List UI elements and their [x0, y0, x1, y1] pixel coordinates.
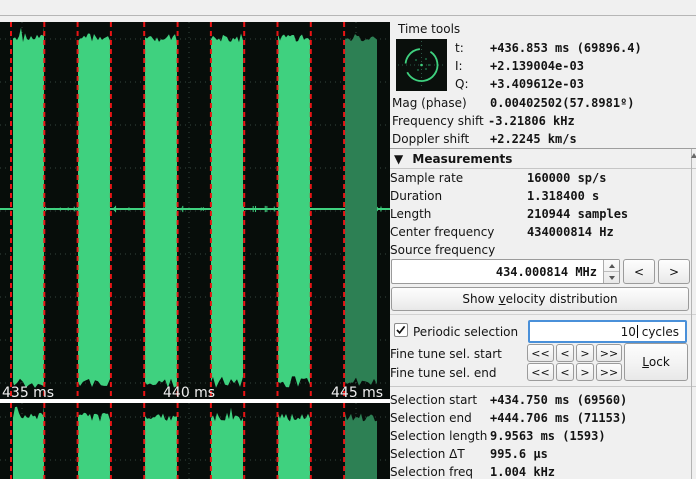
spinner-buttons — [603, 260, 619, 283]
signal-pulse-unselected — [345, 27, 377, 386]
periodic-cycles-input[interactable]: 10 cycles — [528, 320, 687, 343]
waveform-background — [0, 403, 390, 479]
periodic-selection-label: Periodic selection — [413, 324, 518, 340]
i-value: +2.139004e-03 — [490, 58, 584, 74]
length-label: Length — [390, 206, 431, 222]
signal-pulse-unselected — [345, 406, 377, 479]
sample-rate-value: 160000 sp/s — [527, 170, 606, 186]
selection-delta-t-value: 995.6 µs — [490, 446, 548, 462]
periodic-selection-checkbox[interactable] — [394, 323, 408, 337]
fine-tune-end-left-button[interactable]: < — [556, 363, 574, 381]
lock-button[interactable]: Lock — [624, 343, 688, 381]
frequency-shift-label: Frequency shift — [392, 113, 484, 129]
selection-end-label: Selection end — [390, 410, 472, 426]
sample-rate-label: Sample rate — [390, 170, 463, 186]
selection-freq-label: Selection freq — [390, 464, 473, 479]
fine-tune-start-big-left-button[interactable]: << — [527, 344, 554, 362]
prev-button[interactable]: < — [623, 259, 655, 284]
fine-tune-end-right-button[interactable]: > — [576, 363, 594, 381]
selection-start-value: +434.750 ms (69560) — [490, 392, 627, 408]
i-label: I: — [455, 58, 463, 74]
scrollbar-track[interactable] — [691, 149, 692, 479]
selection-freq-value: 1.004 kHz — [490, 464, 555, 479]
mag-phase-value: 0.00402502(57.8981º) — [490, 95, 635, 111]
signal-pulse — [78, 27, 110, 387]
show-velocity-distribution-button[interactable]: Show velocity distribution — [391, 287, 689, 311]
periodic-cycles-suffix: cycles — [638, 325, 679, 339]
periodic-cycles-value: 10 — [621, 325, 636, 339]
doppler-shift-value: +2.2245 km/s — [490, 131, 577, 147]
doppler-shift-label: Doppler shift — [392, 131, 469, 147]
signal-pulse — [78, 406, 110, 479]
fine-tune-start-right-button[interactable]: > — [576, 344, 594, 362]
signal-pulse — [278, 27, 310, 387]
waveform-area: 435 ms 440 ms 445 ms — [0, 22, 390, 479]
spin-up-button[interactable] — [604, 260, 619, 272]
t-value: +436.853 ms (69896.4) — [490, 40, 642, 56]
center-frequency-value: 434000814 Hz — [527, 224, 614, 240]
selection-start-label: Selection start — [390, 392, 477, 408]
duration-value: 1.318400 s — [527, 188, 599, 204]
spin-up-icon — [609, 264, 615, 268]
section-divider — [390, 148, 696, 149]
time-tools-title: Time tools — [398, 21, 460, 37]
source-frequency-label: Source frequency — [390, 242, 495, 258]
fine-tune-end-big-left-button[interactable]: << — [527, 363, 554, 381]
fine-tune-start-label: Fine tune sel. start — [390, 346, 502, 362]
next-button[interactable]: > — [658, 259, 690, 284]
selection-end-value: +444.706 ms (71153) — [490, 410, 627, 426]
waveform-panel-1[interactable]: 435 ms 440 ms 445 ms — [0, 22, 390, 399]
signal-pulse — [211, 27, 243, 388]
checkmark-icon — [395, 324, 407, 336]
section-divider — [390, 386, 696, 387]
selection-length-label: Selection length — [390, 428, 487, 444]
measurements-header[interactable]: ▼ Measurements — [394, 151, 512, 167]
fine-tune-end-label: Fine tune sel. end — [390, 365, 496, 381]
app-window: 435 ms 440 ms 445 ms Time tools t: +436.85… — [0, 0, 696, 479]
section-divider — [390, 314, 696, 315]
fine-tune-end-big-right-button[interactable]: >> — [596, 363, 622, 381]
spin-down-button[interactable] — [604, 272, 619, 283]
time-axis-label: 435 ms — [2, 385, 54, 399]
signal-pulse — [145, 27, 177, 388]
frequency-spinbox[interactable]: 434.000814 MHz — [391, 259, 620, 284]
frequency-spinbox-value[interactable]: 434.000814 MHz — [496, 264, 597, 280]
frequency-shift-value: -3.21806 kHz — [488, 113, 575, 129]
time-axis-label: 445 ms — [331, 385, 383, 399]
duration-label: Duration — [390, 188, 442, 204]
length-value: 210944 samples — [527, 206, 628, 222]
time-axis-label: 440 ms — [163, 385, 215, 399]
section-divider — [390, 168, 696, 169]
selection-length-value: 9.9563 ms (1593) — [490, 428, 606, 444]
constellation-icon — [396, 39, 447, 91]
waveform-panel-2[interactable] — [0, 403, 390, 479]
spin-down-icon — [609, 276, 615, 280]
collapse-arrow-icon[interactable]: ▼ — [394, 152, 403, 166]
top-divider — [0, 15, 696, 16]
center-frequency-label: Center frequency — [390, 224, 494, 240]
mag-phase-label: Mag (phase) — [392, 95, 467, 111]
t-label: t: — [455, 40, 464, 56]
selection-delta-t-label: Selection ΔT — [390, 446, 465, 462]
q-value: +3.409612e-03 — [490, 76, 584, 92]
fine-tune-start-big-right-button[interactable]: >> — [596, 344, 622, 362]
scrollbar-up-icon[interactable] — [691, 153, 696, 158]
fine-tune-start-left-button[interactable]: < — [556, 344, 574, 362]
q-label: Q: — [455, 76, 469, 92]
signal-pulse — [13, 27, 44, 388]
